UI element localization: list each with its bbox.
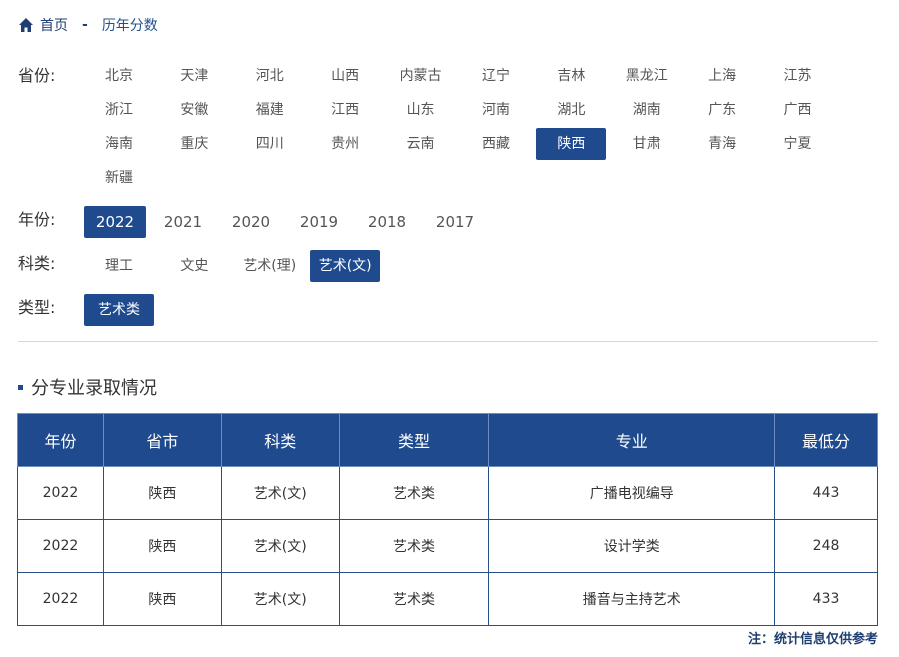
category-option[interactable]: 艺术(理) — [235, 250, 305, 282]
province-option[interactable]: 贵州 — [310, 128, 380, 160]
footnote: 注：统计信息仅供参考 — [747, 632, 878, 647]
cell-category: 艺术(文) — [220, 466, 340, 520]
province-filter-label: 省份: — [18, 66, 56, 85]
breadcrumb-current: 历年分数 — [101, 18, 158, 34]
category-filter-label: 科类: — [18, 254, 56, 273]
cell-type: 艺术类 — [338, 519, 490, 573]
header-major: 专业 — [488, 413, 776, 467]
cell-major: 设计学类 — [488, 519, 776, 573]
province-option[interactable]: 湖南 — [612, 94, 682, 126]
year-filter: 年份: 2022 2021 2020 2019 2018 2017 — [18, 206, 864, 240]
year-option[interactable]: 2018 — [356, 206, 418, 238]
type-filter: 类型: 艺术类 — [18, 294, 864, 328]
year-option[interactable]: 2017 — [424, 206, 486, 238]
province-options: 北京 天津 河北 山西 内蒙古 辽宁 吉林 黑龙江 上海 江苏浙江 安徽 福建 江西 山东 河南 湖北 湖南 广东… — [84, 60, 864, 196]
cell-type: 艺术类 — [338, 572, 490, 626]
cell-category: 艺术(文) — [220, 519, 340, 573]
cell-province: 陕西 — [102, 572, 222, 626]
province-option[interactable]: 山西 — [310, 60, 380, 92]
header-year: 年份 — [17, 413, 104, 467]
breadcrumb: 首页 - 历年分数 — [18, 14, 158, 36]
province-option[interactable]: 吉林 — [536, 60, 606, 92]
province-option[interactable]: 重庆 — [159, 128, 229, 160]
province-option[interactable]: 浙江 — [84, 94, 154, 126]
scores-table: 年份 省市 科类 类型 专业 最低分 2022 陕西 艺术(文) 艺术类 广播电视编导 4… — [17, 413, 878, 626]
province-option[interactable]: 陕西 — [536, 128, 607, 160]
year-option[interactable]: 2019 — [288, 206, 350, 238]
category-option[interactable]: 艺术(文) — [310, 250, 381, 282]
cell-major: 播音与主持艺术 — [488, 572, 776, 626]
province-option[interactable]: 黑龙江 — [612, 60, 682, 92]
province-option[interactable]: 广东 — [687, 94, 757, 126]
header-type: 类型 — [338, 413, 490, 467]
province-option[interactable]: 西藏 — [461, 128, 531, 160]
year-option[interactable]: 2021 — [152, 206, 214, 238]
cell-year: 2022 — [17, 466, 104, 520]
cell-min-score: 248 — [774, 519, 878, 573]
section-title-text: 分专业录取情况 — [31, 378, 157, 399]
province-option[interactable]: 河北 — [235, 60, 305, 92]
province-option[interactable]: 甘肃 — [612, 128, 682, 160]
cell-province: 陕西 — [102, 466, 222, 520]
category-options: 理工 文史 艺术(理) 艺术(文) — [84, 250, 864, 284]
province-option[interactable]: 青海 — [687, 128, 757, 160]
type-filter-label: 类型: — [18, 298, 56, 317]
province-option[interactable]: 山东 — [386, 94, 456, 126]
cell-major: 广播电视编导 — [488, 466, 776, 520]
cell-min-score: 433 — [774, 572, 878, 626]
cell-year: 2022 — [17, 572, 104, 626]
province-option[interactable]: 河南 — [461, 94, 531, 126]
breadcrumb-home-link[interactable]: 首页 — [40, 15, 68, 35]
header-min-score: 最低分 — [774, 413, 878, 467]
section-bullet-icon — [18, 384, 23, 390]
province-option[interactable]: 安徽 — [159, 94, 229, 126]
divider — [18, 341, 878, 342]
cell-min-score: 443 — [774, 466, 878, 520]
province-option[interactable]: 新疆 — [84, 162, 154, 194]
table-row: 2022 陕西 艺术(文) 艺术类 广播电视编导 443 — [17, 466, 878, 520]
category-option[interactable]: 文史 — [159, 250, 229, 282]
cell-year: 2022 — [17, 519, 104, 573]
year-option[interactable]: 2022 — [84, 206, 146, 238]
province-option[interactable]: 福建 — [235, 94, 305, 126]
table-header-row: 年份 省市 科类 类型 专业 最低分 — [17, 413, 878, 467]
home-icon[interactable] — [18, 17, 34, 33]
cell-province: 陕西 — [102, 519, 222, 573]
province-option[interactable]: 内蒙古 — [386, 60, 456, 92]
province-option[interactable]: 江西 — [310, 94, 380, 126]
cell-category: 艺术(文) — [220, 572, 340, 626]
province-option[interactable]: 辽宁 — [461, 60, 531, 92]
table-row: 2022 陕西 艺术(文) 艺术类 设计学类 248 — [17, 519, 878, 573]
province-option[interactable]: 上海 — [687, 60, 757, 92]
province-option[interactable]: 广西 — [763, 94, 833, 126]
province-option[interactable]: 北京 — [84, 60, 154, 92]
province-option[interactable]: 湖北 — [536, 94, 606, 126]
cell-type: 艺术类 — [338, 466, 490, 520]
header-province: 省市 — [102, 413, 222, 467]
province-filter: 省份: 北京 天津 河北 山西 内蒙古 辽宁 吉林 黑龙江 上海 江苏浙江 安徽 福建 江西 山东 河南 湖北… — [18, 60, 864, 196]
type-option[interactable]: 艺术类 — [84, 294, 154, 326]
province-option[interactable]: 海南 — [84, 128, 154, 160]
province-option[interactable]: 宁夏 — [763, 128, 833, 160]
year-filter-label: 年份: — [18, 210, 56, 229]
year-option[interactable]: 2020 — [220, 206, 282, 238]
category-filter: 科类: 理工 文史 艺术(理) 艺术(文) — [18, 250, 864, 284]
table-row: 2022 陕西 艺术(文) 艺术类 播音与主持艺术 433 — [17, 572, 878, 626]
breadcrumb-separator: - — [82, 17, 88, 33]
type-options: 艺术类 — [84, 294, 864, 328]
header-category: 科类 — [220, 413, 340, 467]
province-option[interactable]: 天津 — [159, 60, 229, 92]
province-option[interactable]: 云南 — [386, 128, 456, 160]
year-options: 2022 2021 2020 2019 2018 2017 — [84, 206, 864, 240]
province-option[interactable]: 四川 — [235, 128, 305, 160]
section-title: 分专业录取情况 — [18, 374, 157, 400]
category-option[interactable]: 理工 — [84, 250, 154, 282]
province-option[interactable]: 江苏 — [763, 60, 833, 92]
